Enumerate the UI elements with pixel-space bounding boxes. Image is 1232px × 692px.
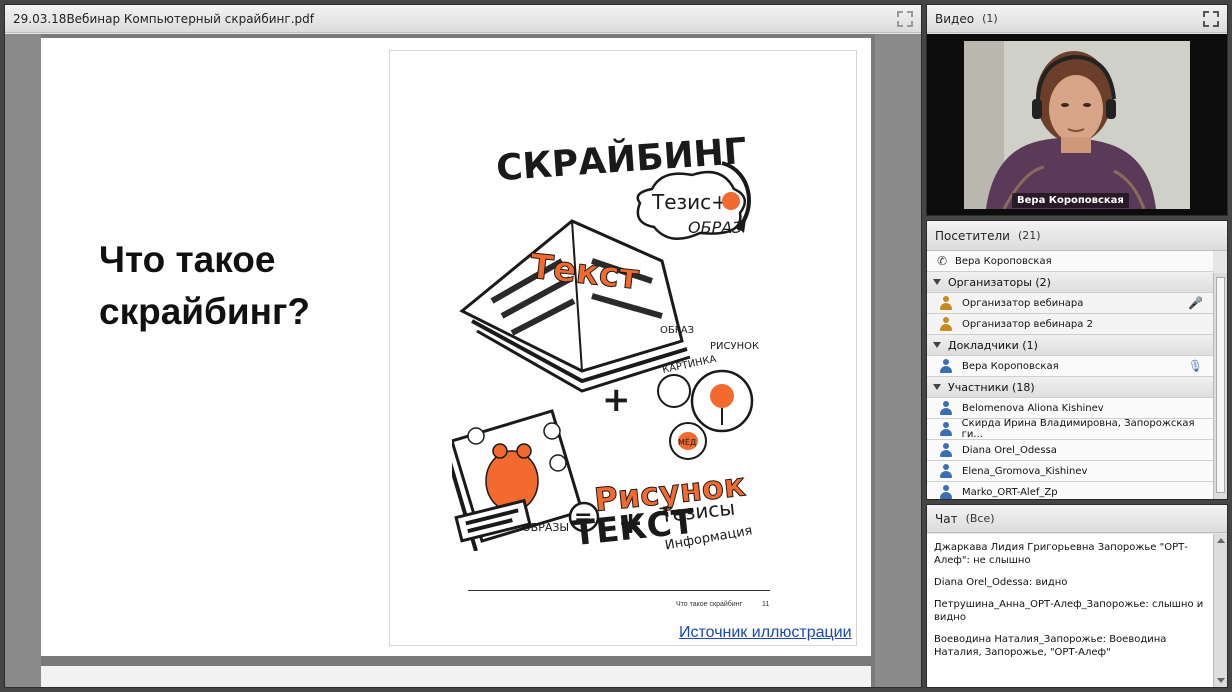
- phone-attendee-name: Вера Короповская: [955, 255, 1052, 267]
- attendee-row[interactable]: Belomenova Aliona Kishinev: [927, 398, 1213, 419]
- chat-message: Diana Orel_Odessa: видно: [934, 577, 1068, 588]
- collapse-triangle-icon[interactable]: [933, 279, 941, 285]
- chat-sender: Diana Orel_Odessa: [934, 577, 1029, 588]
- attendees-pod: Посетители (21) ✆ Вера Короповская Орган…: [926, 220, 1228, 500]
- next-slide-preview: [41, 666, 871, 687]
- group-hosts[interactable]: Организаторы (2): [927, 272, 1213, 293]
- video-area[interactable]: Вера Короповская: [927, 34, 1227, 215]
- attendee-row[interactable]: Elena_Gromova_Kishinev: [927, 461, 1213, 482]
- attendees-pod-count: (21): [1017, 229, 1041, 242]
- webcam-person-illustration: [964, 41, 1190, 209]
- attendee-name: Организатор вебинара: [962, 297, 1084, 309]
- group-hosts-label: Организаторы (2): [948, 275, 1051, 289]
- chat-pod-scope[interactable]: (Все): [966, 512, 995, 525]
- participant-icon: [939, 464, 953, 478]
- attendee-name: Организатор вебинара 2: [962, 318, 1093, 330]
- video-pod-title: Видео: [935, 11, 975, 26]
- illus-word-risunok-small: РИСУНОК: [710, 341, 759, 352]
- attendee-name: Belomenova Aliona Kishinev: [962, 402, 1104, 414]
- page-footer-rule: [468, 590, 770, 591]
- attendee-name: Marko_ORT-Alef_Zp: [962, 486, 1058, 498]
- fullscreen-icon[interactable]: [897, 10, 913, 27]
- chat-sender: Петрушина_Анна_ОРТ-Алеф_Запорожье: [934, 599, 1146, 610]
- chat-message: Воеводина Наталия_Запорожье: Воеводина Н…: [934, 634, 1167, 658]
- illus-plus-1: +: [602, 380, 631, 420]
- share-pod-titlebar: 29.03.18Вебинар Компьютерный скрайбинг.p…: [5, 5, 921, 33]
- attendee-scroll-thumb[interactable]: [1216, 277, 1225, 493]
- presenter-icon: [939, 359, 953, 373]
- collapse-triangle-icon[interactable]: [933, 384, 941, 390]
- document-viewer[interactable]: Что такое скрайбинг? СКРАЙБИНГ Тезис+ ОБ…: [5, 34, 921, 687]
- video-pod-titlebar: Видео (1): [927, 5, 1227, 33]
- chat-text: видно: [1035, 577, 1068, 588]
- chat-sender: Воеводина Наталия_Запорожье: [934, 634, 1103, 645]
- illus-bottom-block: ТЕКСТ: [454, 498, 698, 555]
- webcam-feed: Вера Короповская: [964, 41, 1190, 209]
- embedded-book-page: СКРАЙБИНГ Тезис+ ОБРАЗ Текст ОБРАЗ РИСУН…: [389, 50, 857, 646]
- phone-attendee-row[interactable]: ✆ Вера Короповская: [927, 251, 1213, 272]
- host-icon: [939, 296, 953, 310]
- group-participants-label: Участники (18): [948, 380, 1035, 394]
- attendee-scrollbar[interactable]: [1213, 273, 1227, 499]
- attendees-pod-title: Посетители: [935, 228, 1010, 243]
- chat-scrollbar[interactable]: [1213, 534, 1227, 687]
- attendee-list: ✆ Вера Короповская Организаторы (2) Орга…: [927, 251, 1213, 499]
- document-margin-right: [875, 34, 921, 687]
- attendee-row[interactable]: Организатор вебинара 2: [927, 314, 1213, 335]
- group-presenters[interactable]: Докладчики (1): [927, 335, 1213, 356]
- video-fullscreen-icon[interactable]: [1203, 10, 1219, 27]
- illus-word-text-big: ТЕКСТ: [571, 502, 698, 555]
- slide-page: Что такое скрайбинг? СКРАЙБИНГ Тезис+ ОБ…: [41, 38, 871, 656]
- document-margin-left: [5, 34, 41, 687]
- host-icon: [939, 317, 953, 331]
- video-pod-count: (1): [982, 12, 998, 25]
- chat-message: Петрушина_Анна_ОРТ-Алеф_Запорожье: слышн…: [934, 599, 1204, 623]
- mic-muted-icon[interactable]: 🎤: [1188, 296, 1203, 310]
- chat-pod-title: Чат: [935, 511, 958, 526]
- share-pod: 29.03.18Вебинар Компьютерный скрайбинг.p…: [4, 4, 922, 688]
- phone-icon: ✆: [936, 254, 948, 268]
- source-link[interactable]: Источник иллюстрации: [679, 624, 852, 642]
- mic-active-icon[interactable]: 🎙: [1188, 359, 1203, 373]
- webcam-speaker-label: Вера Короповская: [1012, 193, 1129, 208]
- chat-messages: Джаркава Лидия Григорьевна Запорожье "ОР…: [927, 534, 1213, 687]
- chat-message: Джаркава Лидия Григорьевна Запорожье "ОР…: [934, 542, 1188, 566]
- attendee-row[interactable]: Вера Короповская 🎙: [927, 356, 1213, 377]
- page-number: 11: [762, 601, 770, 608]
- attendee-row[interactable]: Marko_ORT-Alef_Zp: [927, 482, 1213, 499]
- attendee-row[interactable]: Diana Orel_Odessa: [927, 440, 1213, 461]
- collapse-triangle-icon[interactable]: [933, 342, 941, 348]
- connect-app: 29.03.18Вебинар Компьютерный скрайбинг.p…: [0, 0, 1232, 692]
- participant-icon: [939, 401, 953, 415]
- attendee-row[interactable]: Скирда Ирина Владимировна, Запорожская г…: [927, 418, 1213, 440]
- attendee-row[interactable]: Организатор вебинара 🎤: [927, 293, 1213, 314]
- group-presenters-label: Докладчики (1): [948, 338, 1038, 352]
- attendees-pod-titlebar: Посетители (21): [927, 221, 1227, 251]
- chat-pod-titlebar: Чат (Все): [927, 505, 1227, 533]
- illus-word-thesis: Тезис+: [651, 190, 728, 214]
- scroll-up-icon[interactable]: [1217, 538, 1225, 543]
- slide-heading: Что такое скрайбинг?: [99, 239, 310, 332]
- illus-word-med: МЁД: [678, 437, 696, 447]
- illus-word-obraz: ОБРАЗ: [660, 325, 694, 336]
- attendee-name: Elena_Gromova_Kishinev: [962, 465, 1088, 477]
- attendee-name: Скирда Ирина Владимировна, Запорожская г…: [961, 418, 1195, 440]
- chat-pod: Чат (Все) Джаркава Лидия Григорьевна Зап…: [926, 504, 1228, 688]
- attendee-name: Вера Короповская: [962, 360, 1059, 372]
- group-participants[interactable]: Участники (18): [927, 377, 1213, 398]
- illus-word-image: ОБРАЗ: [688, 218, 742, 237]
- share-pod-title: 29.03.18Вебинар Компьютерный скрайбинг.p…: [13, 11, 314, 26]
- scroll-down-icon[interactable]: [1217, 678, 1225, 683]
- participant-icon: [939, 485, 953, 499]
- video-pod: Видео (1) Вера Короповская: [926, 4, 1228, 216]
- participant-icon: [939, 443, 953, 457]
- participant-icon: [939, 422, 953, 436]
- chat-text: не слышно: [973, 555, 1031, 566]
- attendee-name: Diana Orel_Odessa: [962, 444, 1057, 456]
- page-footer-text: Что такое скрайбинг: [676, 601, 743, 608]
